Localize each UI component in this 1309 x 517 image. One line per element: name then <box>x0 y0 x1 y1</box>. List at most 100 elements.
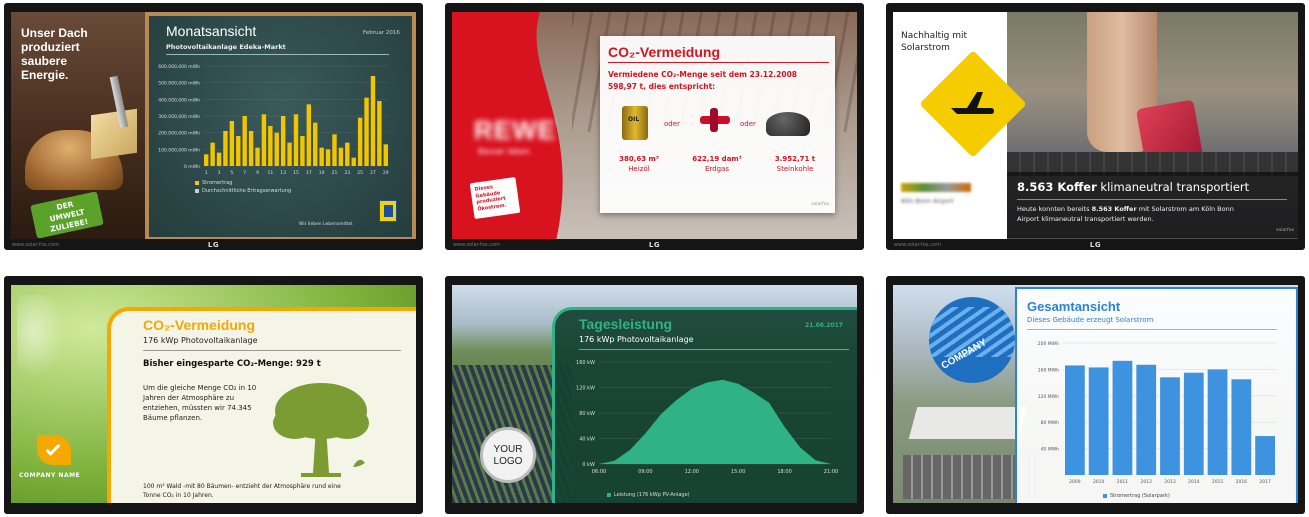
x-tick-label: 11 <box>267 170 273 176</box>
y-tick-label: 160 MWh <box>1038 367 1059 373</box>
chart-title: Monatsansicht <box>166 23 257 39</box>
x-tick-label: 27 <box>370 170 376 176</box>
or-text-2: oder <box>740 120 756 128</box>
bezel-url: www.solar-fox.com <box>894 242 941 248</box>
x-tick-label: 5 <box>230 170 233 176</box>
bar <box>293 114 299 166</box>
oil-barrel-icon: OIL <box>622 106 648 140</box>
legend: Leistung (176 kWp PV-Anlage) <box>607 492 690 498</box>
bar <box>1065 365 1085 475</box>
bezel-url: www.solar-fox.com <box>12 242 59 248</box>
y-tick-label: 40 kW <box>579 437 595 443</box>
bar <box>248 131 254 166</box>
panel-co2-tree[interactable]: COMPANY NAME CO₂-Vermeidung 176 kWp Phot… <box>4 276 423 514</box>
y-tick-label: 400.000,000 mWh <box>158 97 200 103</box>
credit: solarfox <box>1276 228 1294 233</box>
or-text-1: oder <box>664 120 680 128</box>
panel-title: Tagesleistung <box>579 316 673 332</box>
bar <box>319 147 324 166</box>
gas-pipe-icon <box>698 108 732 134</box>
x-tick-label: 2017 <box>1259 479 1271 485</box>
bar <box>377 101 382 166</box>
panel-airport[interactable]: Nachhaltig mit Solarstrom Köln Bonn Airp… <box>886 3 1305 250</box>
logo-badge: YOUR LOGO <box>480 427 536 483</box>
y-tick-label: 120 MWh <box>1038 394 1059 400</box>
x-tick-label: 15:00 <box>731 469 745 475</box>
bar <box>1112 360 1133 475</box>
panel-co2-rewe[interactable]: REWE Besser leben. Dieses Gebäude produz… <box>445 3 864 250</box>
x-tick-label: 15 <box>293 170 299 176</box>
headline-box: 8.563 Koffer klimaneutral transportiert … <box>1007 172 1298 238</box>
equivalents-row: 380,63 m³ Heizöl 622,19 dam³ Erdgas 3.952,… <box>600 154 835 174</box>
card-footer: 100 m² Wald -mit 80 Bäumen- entzieht der… <box>143 483 341 499</box>
y-tick-label: 300.000,000 mWh <box>158 114 200 120</box>
y-tick-label: 80 kW <box>579 411 595 417</box>
equiv-gas: 622,19 dam³ Erdgas <box>678 154 756 174</box>
eco-badge: DER UMWELT ZULIEBE! <box>30 191 104 239</box>
edeka-logo <box>379 200 397 222</box>
bar <box>261 114 267 166</box>
footer-claim: Wir lieben Lebensmittel. <box>299 222 354 227</box>
card-title: CO₂-Vermeidung <box>143 317 256 333</box>
chalkboard: Monatsansicht Februar 2016 Photovoltaika… <box>145 12 416 239</box>
tree-icon <box>273 383 369 477</box>
x-tick-label: 12:00 <box>685 469 699 475</box>
panel-date: 21.06.2017 <box>805 322 843 329</box>
card-subtitle: 176 kWp Photovoltaikanlage <box>143 336 258 345</box>
panel-subtitle: 176 kWp Photovoltaikanlage <box>579 335 694 344</box>
equiv-coal-value: 3.952,71 t <box>774 155 816 163</box>
bar <box>1136 364 1157 475</box>
equiv-coal: 3.952,71 t Steinkohle <box>756 154 834 174</box>
x-tick-label: 29 <box>383 170 389 176</box>
x-tick-label: 2010 <box>1093 479 1105 485</box>
card-title: Gesamtansicht <box>1027 299 1121 314</box>
legend-swatch-yield <box>195 181 199 185</box>
panel-monatsansicht[interactable]: Unser Dach produziert saubere Energie. D… <box>4 3 423 250</box>
x-tick-label: 25 <box>357 170 363 176</box>
legend-2: Durchschnittliche Ertragserwartung <box>195 188 291 194</box>
factory-building <box>908 407 1028 439</box>
x-tick-label: 21 <box>332 170 338 176</box>
headline: 8.563 Koffer klimaneutral transportiert <box>1017 180 1249 194</box>
y-tick-label: 0 kW <box>582 462 595 468</box>
legend-1: Stromertrag <box>195 180 232 186</box>
equiv-oil-value: 380,63 m³ <box>619 155 659 163</box>
y-tick-label: 500.000,000 mWh <box>158 81 200 87</box>
legend: Stromertrag (Solarpark) <box>1103 493 1170 499</box>
card-credit: solarfox <box>811 202 829 207</box>
bar <box>287 142 292 166</box>
cgn-logo-text: Köln Bonn Airport <box>901 198 954 205</box>
x-tick-label: 1 <box>205 170 208 176</box>
x-tick-label: 13 <box>280 170 286 176</box>
x-tick-label: 2015 <box>1212 479 1224 485</box>
x-tick-label: 23 <box>344 170 350 176</box>
card-total: Bisher eingesparte CO₂-Menge: 929 t <box>143 359 321 369</box>
equiv-gas-value: 622,19 dam³ <box>692 155 742 163</box>
x-tick-label: 9 <box>256 170 259 176</box>
panel-tagesleistung[interactable]: YOUR LOGO Tagesleistung 21.06.2017 176 kW… <box>445 276 864 514</box>
x-tick-label: 2012 <box>1140 479 1152 485</box>
y-tick-label: 0 mWh <box>184 164 200 170</box>
bar <box>268 126 273 166</box>
legend-swatch <box>607 493 611 497</box>
card-divider <box>143 350 401 351</box>
company-name: COMPANY NAME <box>19 472 81 479</box>
bar <box>351 157 356 166</box>
bar <box>345 142 350 166</box>
coal-pile-icon <box>766 112 810 136</box>
subline-1: Vermiedene CO₂-Menge seit dem 23.12.2008 <box>608 70 798 79</box>
y-tick-label: 80 MWh <box>1041 420 1059 426</box>
bar <box>223 131 228 166</box>
bar <box>216 152 222 166</box>
bar <box>370 76 376 166</box>
panel-gesamtansicht[interactable]: COMPANY Gesamtansicht Dieses Gebäude erz… <box>886 276 1305 514</box>
logo-line-2: LOGO <box>493 456 523 467</box>
company-logo: COMPANY <box>929 297 1015 383</box>
x-tick-label: 3 <box>218 170 221 176</box>
monthly-bar-chart: 600.000,000 mWh 500.000,000 mWh 400.000,00… <box>158 64 389 176</box>
x-tick-label: 2014 <box>1188 479 1200 485</box>
body-text: Heute konnten bereits 8.563 Koffer mit S… <box>1017 204 1252 224</box>
equiv-oil-label: Heizöl <box>628 165 650 173</box>
equiv-coal-label: Steinkohle <box>776 165 814 173</box>
bread-photo: Unser Dach produziert saubere Energie. D… <box>11 12 145 239</box>
